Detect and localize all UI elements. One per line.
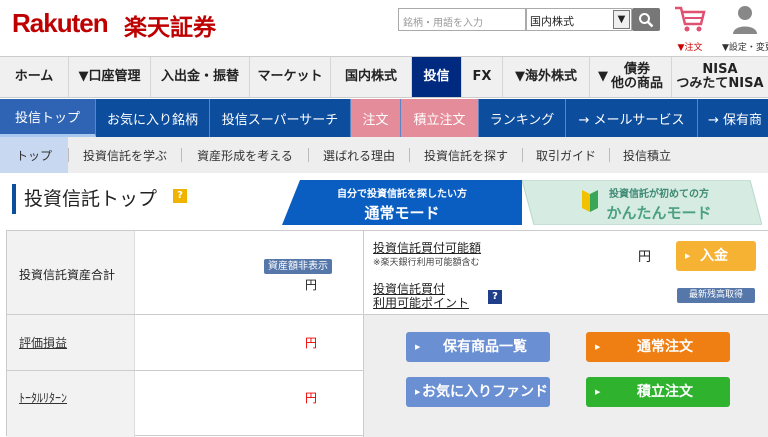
hide-assets-button[interactable]: 資産額非表示: [264, 259, 332, 274]
pl-row: 評価損益 円: [7, 315, 363, 371]
nav-domestic-stocks[interactable]: 国内株式: [331, 57, 412, 97]
section-find-funds[interactable]: 投資信託を探す: [410, 137, 522, 173]
rakuten-logo[interactable]: Rakuten: [12, 8, 109, 39]
deposit-label: 入金: [700, 248, 728, 264]
order-menu[interactable]: ▼注文: [670, 4, 710, 53]
regular-order-label: 積立注文: [637, 384, 693, 400]
nav-bonds-other[interactable]: ▼ 債券 他の商品: [590, 57, 672, 97]
assets-row: 投資信託資産合計 資産額非表示 円: [7, 231, 363, 315]
buying-power-note: ※楽天銀行利用可能額含む: [373, 258, 480, 268]
refresh-balance-button[interactable]: 最新残高取得: [677, 288, 755, 303]
settings-menu-label: ▼設定・変更: [722, 43, 768, 53]
nav-foreign-stocks[interactable]: ▼海外株式: [503, 57, 590, 97]
normal-mode-desc: 自分で投資信託を探したい方: [337, 189, 467, 200]
main-nav: ホーム ▼口座管理 入出金・振替 マーケット 国内株式 投信 FX ▼海外株式 …: [0, 56, 768, 98]
subnav-mail-service[interactable]: → メールサービス: [566, 99, 698, 137]
order-menu-label: ▼注文: [677, 43, 703, 53]
points-link-line2[interactable]: 利用可能ポイント: [373, 294, 469, 311]
holdings-button[interactable]: ▶ 保有商品一覧: [406, 332, 550, 362]
arrow-right-icon: ▶: [415, 388, 421, 396]
asset-summary: 投資信託資産合計 資産額非表示 円 評価損益 円 ﾄｰﾀﾙﾘﾀｰﾝ 円: [7, 231, 363, 437]
subnav-trust-top[interactable]: 投信トップ: [0, 99, 96, 137]
section-learn[interactable]: 投資信託を学ぶ: [69, 137, 181, 173]
nav-deposit-withdraw[interactable]: 入出金・振替: [151, 57, 250, 97]
search-icon: [639, 13, 654, 28]
market-select[interactable]: 国内株式 ▼: [526, 8, 632, 31]
rakuten-securities-logo[interactable]: 楽天証券: [124, 8, 216, 42]
subnav-super-search[interactable]: 投信スーパーサーチ: [210, 99, 351, 137]
normal-order-button[interactable]: ▶ 通常注文: [586, 332, 730, 362]
subnav-regular-order[interactable]: 積立注文: [401, 99, 479, 137]
section-guide[interactable]: 取引ガイド: [523, 137, 609, 173]
deposit-button[interactable]: ▶ 入金: [676, 241, 756, 271]
buying-power-link[interactable]: 投資信託買付可能額: [373, 239, 481, 256]
search-input[interactable]: 銘柄・用語を入力: [398, 8, 526, 31]
normal-mode-label: 通常モード: [364, 204, 440, 222]
nav-investment-trust[interactable]: 投信: [412, 57, 462, 97]
normal-mode-tab[interactable]: 自分で投資信託を探したい方 通常モード: [282, 180, 522, 225]
nav-account[interactable]: ▼口座管理: [69, 57, 151, 97]
favorite-funds-label: お気に入りファンド: [422, 384, 548, 400]
section-accumulation[interactable]: 投信積立: [610, 137, 684, 173]
buying-power-value: 円: [638, 250, 652, 265]
total-return-value: 円: [304, 391, 317, 405]
section-nav: トップ 投資信託を学ぶ 資産形成を考える 選ばれる理由 投資信託を探す 取引ガイ…: [0, 137, 768, 173]
nav-market[interactable]: マーケット: [250, 57, 331, 97]
arrow-right-icon: ▶: [685, 252, 691, 260]
user-icon: [733, 6, 757, 34]
cart-icon: [675, 6, 706, 32]
section-asset-building[interactable]: 資産形成を考える: [182, 137, 308, 173]
favorite-funds-button[interactable]: ▶ お気に入りファンド: [406, 377, 550, 407]
total-return-link[interactable]: ﾄｰﾀﾙﾘﾀｰﾝ: [19, 389, 67, 406]
easy-mode-label: かんたんモード: [606, 204, 712, 222]
help-icon[interactable]: ?: [173, 189, 187, 203]
arrow-right-icon: ▶: [595, 388, 601, 396]
section-reasons[interactable]: 選ばれる理由: [309, 137, 409, 173]
nav-tsumitate-nisa-label: つみたてNISA: [676, 76, 764, 91]
arrow-right-icon: ▶: [415, 343, 421, 351]
total-return-row: ﾄｰﾀﾙﾘﾀｰﾝ 円: [7, 371, 363, 437]
points-help-icon[interactable]: ?: [488, 290, 502, 304]
nav-bonds-label: 債券: [623, 62, 650, 77]
settings-menu[interactable]: ▼設定・変更: [722, 4, 768, 53]
nav-nisa-label: NISA: [702, 62, 738, 77]
subnav-order[interactable]: 注文: [351, 99, 401, 137]
buying-power-box: 投資信託買付可能額 ※楽天銀行利用可能額含む 円 ▶ 入金 投資信託買付 利用可…: [364, 231, 768, 315]
subnav-ranking[interactable]: ランキング: [479, 99, 566, 137]
chevron-down-icon: ▼: [613, 10, 630, 29]
nav-bonds-chevron: ▼: [597, 69, 608, 84]
normal-order-label: 通常注文: [637, 339, 693, 355]
market-select-value: 国内株式: [530, 15, 574, 28]
summary-panel: 投資信託資産合計 資産額非表示 円 評価損益 円 ﾄｰﾀﾙﾘﾀｰﾝ 円 投資信託…: [6, 230, 768, 437]
buying-power-area: 投資信託買付可能額 ※楽天銀行利用可能額含む 円 ▶ 入金 投資信託買付 利用可…: [363, 231, 768, 437]
search-button[interactable]: [632, 8, 660, 31]
page-title: 投資信託トップ: [12, 184, 157, 214]
nav-home[interactable]: ホーム: [0, 57, 69, 97]
nav-other-label: 他の商品: [610, 76, 663, 91]
assets-value: 円: [304, 278, 317, 292]
assets-label: 投資信託資産合計: [19, 268, 116, 282]
subnav-holdings[interactable]: → 保有商: [698, 99, 768, 137]
holdings-label: 保有商品一覧: [443, 339, 527, 355]
easy-mode-desc: 投資信託が初めての方: [609, 189, 709, 200]
nav-nisa[interactable]: NISA つみたてNISA: [672, 57, 768, 97]
section-top[interactable]: トップ: [0, 137, 68, 173]
subnav-favorites[interactable]: お気に入り銘柄: [96, 99, 210, 137]
pl-link[interactable]: 評価損益: [19, 334, 67, 351]
header: Rakuten 楽天証券 銘柄・用語を入力 国内株式 ▼ ▼注文 ▼設定・変更: [0, 0, 768, 56]
regular-order-button[interactable]: ▶ 積立注文: [586, 377, 730, 407]
nav-fx[interactable]: FX: [462, 57, 503, 97]
easy-mode-tab[interactable]: 投資信託が初めての方 かんたんモード: [522, 180, 762, 225]
pl-value: 円: [304, 336, 317, 350]
arrow-right-icon: ▶: [595, 343, 601, 351]
sub-nav: 投信トップ お気に入り銘柄 投信スーパーサーチ 注文 積立注文 ランキング → …: [0, 99, 768, 137]
